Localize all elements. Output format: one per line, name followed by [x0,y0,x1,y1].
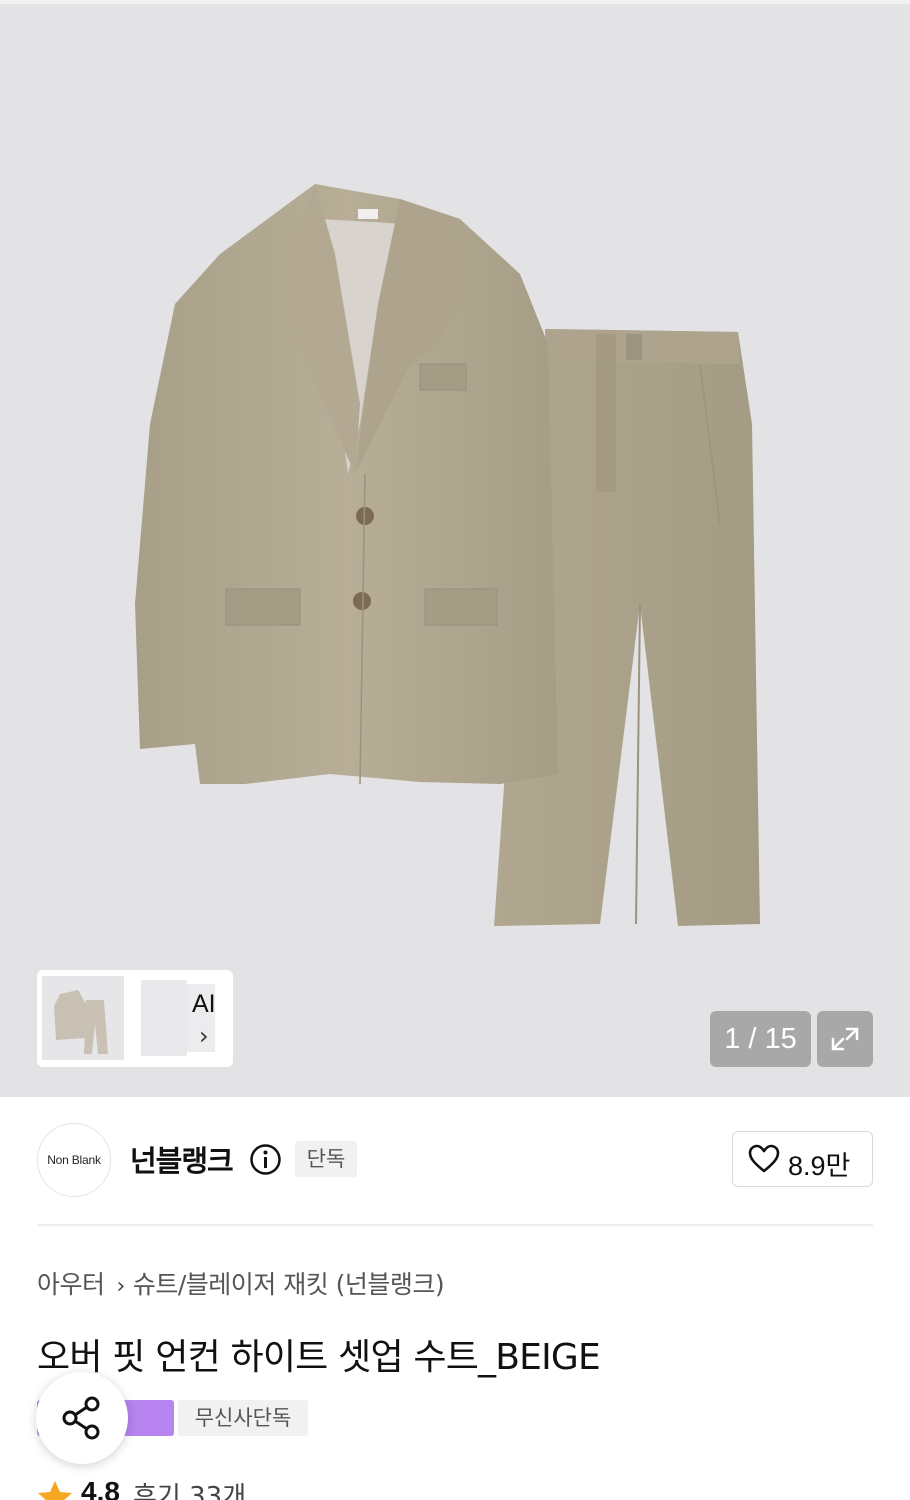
chevron-right-icon: › [199,1022,209,1050]
review-count-link[interactable]: 후기 33개 [133,1476,246,1500]
ai-recommend-card[interactable]: AI › [37,970,233,1067]
like-count: 8.9만 [788,1151,851,1181]
exclusive-badge: 단독 [295,1141,357,1177]
product-title: 오버 핏 언컨 하이트 셋업 수트_BEIGE [37,1337,601,1378]
ai-label: AI [192,990,216,1018]
expand-button[interactable] [817,1011,873,1067]
heart-icon [748,1144,780,1173]
product-gallery[interactable]: AI › 1 / 15 [0,0,910,1097]
share-button[interactable] [36,1372,128,1464]
breadcrumb-category[interactable]: 아우터 [37,1270,105,1299]
rating-value: 4.8 [81,1476,120,1500]
tag-exclusive: 무신사단독 [178,1400,308,1436]
chevron-right-icon: › [116,1274,126,1299]
image-counter: 1 / 15 [710,1011,811,1067]
brand-logo[interactable]: Non Blank [37,1123,111,1197]
ai-thumb-jacket [141,980,187,1056]
ai-thumb-suit [42,976,124,1060]
breadcrumb-subcategory[interactable]: 슈트/블레이저 재킷 (넌블랭크) [133,1270,445,1299]
breadcrumb: 아우터 › 슈트/블레이저 재킷 (넌블랭크) [37,1265,445,1301]
expand-icon [831,1027,859,1051]
info-icon[interactable] [249,1143,282,1176]
brand-row: Non Blank 넌블랭크 단독 8.9만 [0,1093,910,1226]
brand-name[interactable]: 넌블랭크 [130,1138,234,1180]
share-icon [62,1396,100,1440]
star-icon [38,1481,72,1500]
product-image[interactable] [0,4,910,1097]
divider [37,1224,873,1226]
like-button[interactable]: 8.9만 [732,1131,873,1187]
